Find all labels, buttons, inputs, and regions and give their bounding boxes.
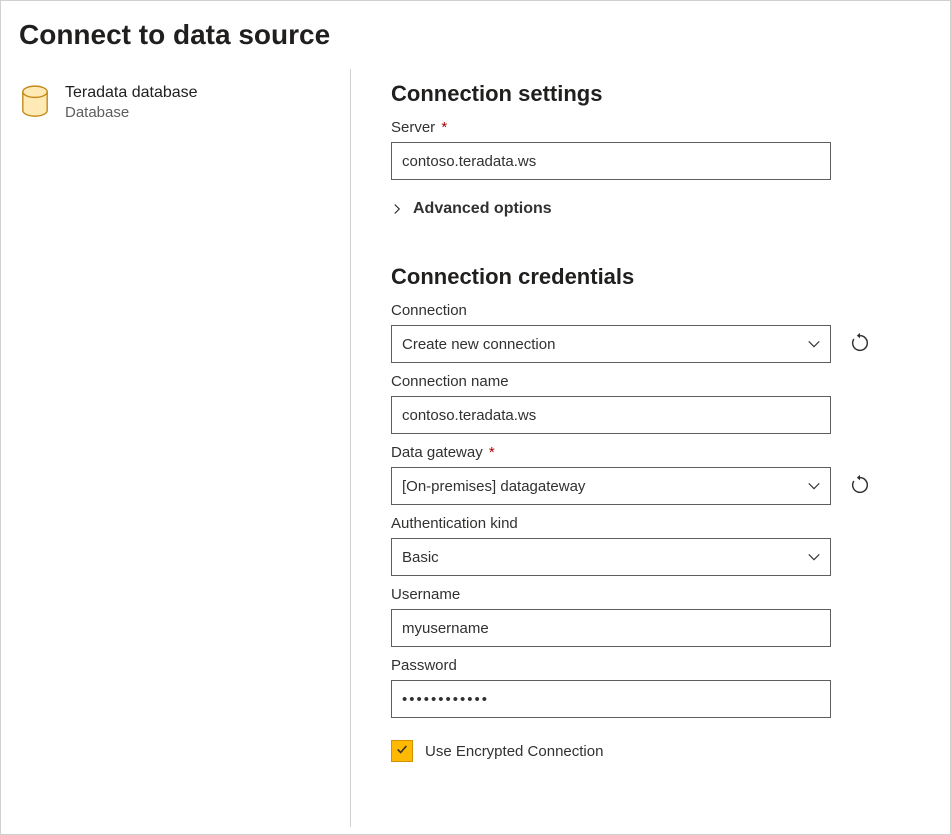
auth-kind-field: Authentication kind xyxy=(391,515,871,576)
refresh-gateway-button[interactable] xyxy=(849,475,871,497)
connection-name-input[interactable] xyxy=(391,396,831,434)
server-input[interactable] xyxy=(391,142,831,180)
sidebar: Teradata database Database xyxy=(1,69,351,827)
connection-field: Connection xyxy=(391,302,871,363)
password-label: Password xyxy=(391,657,871,674)
encrypted-connection-checkbox[interactable] xyxy=(391,740,413,762)
body: Teradata database Database Connection se… xyxy=(1,69,950,827)
encrypted-connection-row: Use Encrypted Connection xyxy=(391,740,910,762)
server-field: Server * xyxy=(391,119,871,180)
connection-label: Connection xyxy=(391,302,871,319)
auth-kind-select[interactable] xyxy=(391,538,831,576)
server-label: Server xyxy=(391,119,435,136)
main-panel: Connection settings Server * Advanced op… xyxy=(351,69,950,827)
username-label: Username xyxy=(391,586,871,603)
connection-settings-heading: Connection settings xyxy=(391,81,910,107)
checkmark-icon xyxy=(395,742,409,761)
advanced-options-label: Advanced options xyxy=(413,200,552,218)
encrypted-connection-label: Use Encrypted Connection xyxy=(425,743,603,760)
connection-name-field: Connection name xyxy=(391,373,871,434)
data-gateway-label: Data gateway xyxy=(391,444,483,461)
dialog-frame: Connect to data source Teradata database… xyxy=(0,0,951,835)
connection-name-label: Connection name xyxy=(391,373,871,390)
refresh-connection-button[interactable] xyxy=(849,333,871,355)
connection-select[interactable] xyxy=(391,325,831,363)
password-input[interactable] xyxy=(391,680,831,718)
data-gateway-field: Data gateway * xyxy=(391,444,871,505)
chevron-right-icon xyxy=(391,202,405,216)
username-input[interactable] xyxy=(391,609,831,647)
refresh-icon xyxy=(849,474,871,499)
required-marker: * xyxy=(489,444,495,461)
refresh-icon xyxy=(849,332,871,357)
required-marker: * xyxy=(441,119,447,136)
source-subtitle: Database xyxy=(65,104,198,121)
data-gateway-select[interactable] xyxy=(391,467,831,505)
source-title: Teradata database xyxy=(65,83,198,104)
auth-kind-label: Authentication kind xyxy=(391,515,871,532)
page-title: Connect to data source xyxy=(1,1,950,69)
connection-credentials-heading: Connection credentials xyxy=(391,264,910,290)
data-source-item[interactable]: Teradata database Database xyxy=(19,83,350,123)
advanced-options-toggle[interactable]: Advanced options xyxy=(391,200,871,218)
database-icon xyxy=(19,83,51,123)
password-field: Password xyxy=(391,657,871,718)
username-field: Username xyxy=(391,586,871,647)
